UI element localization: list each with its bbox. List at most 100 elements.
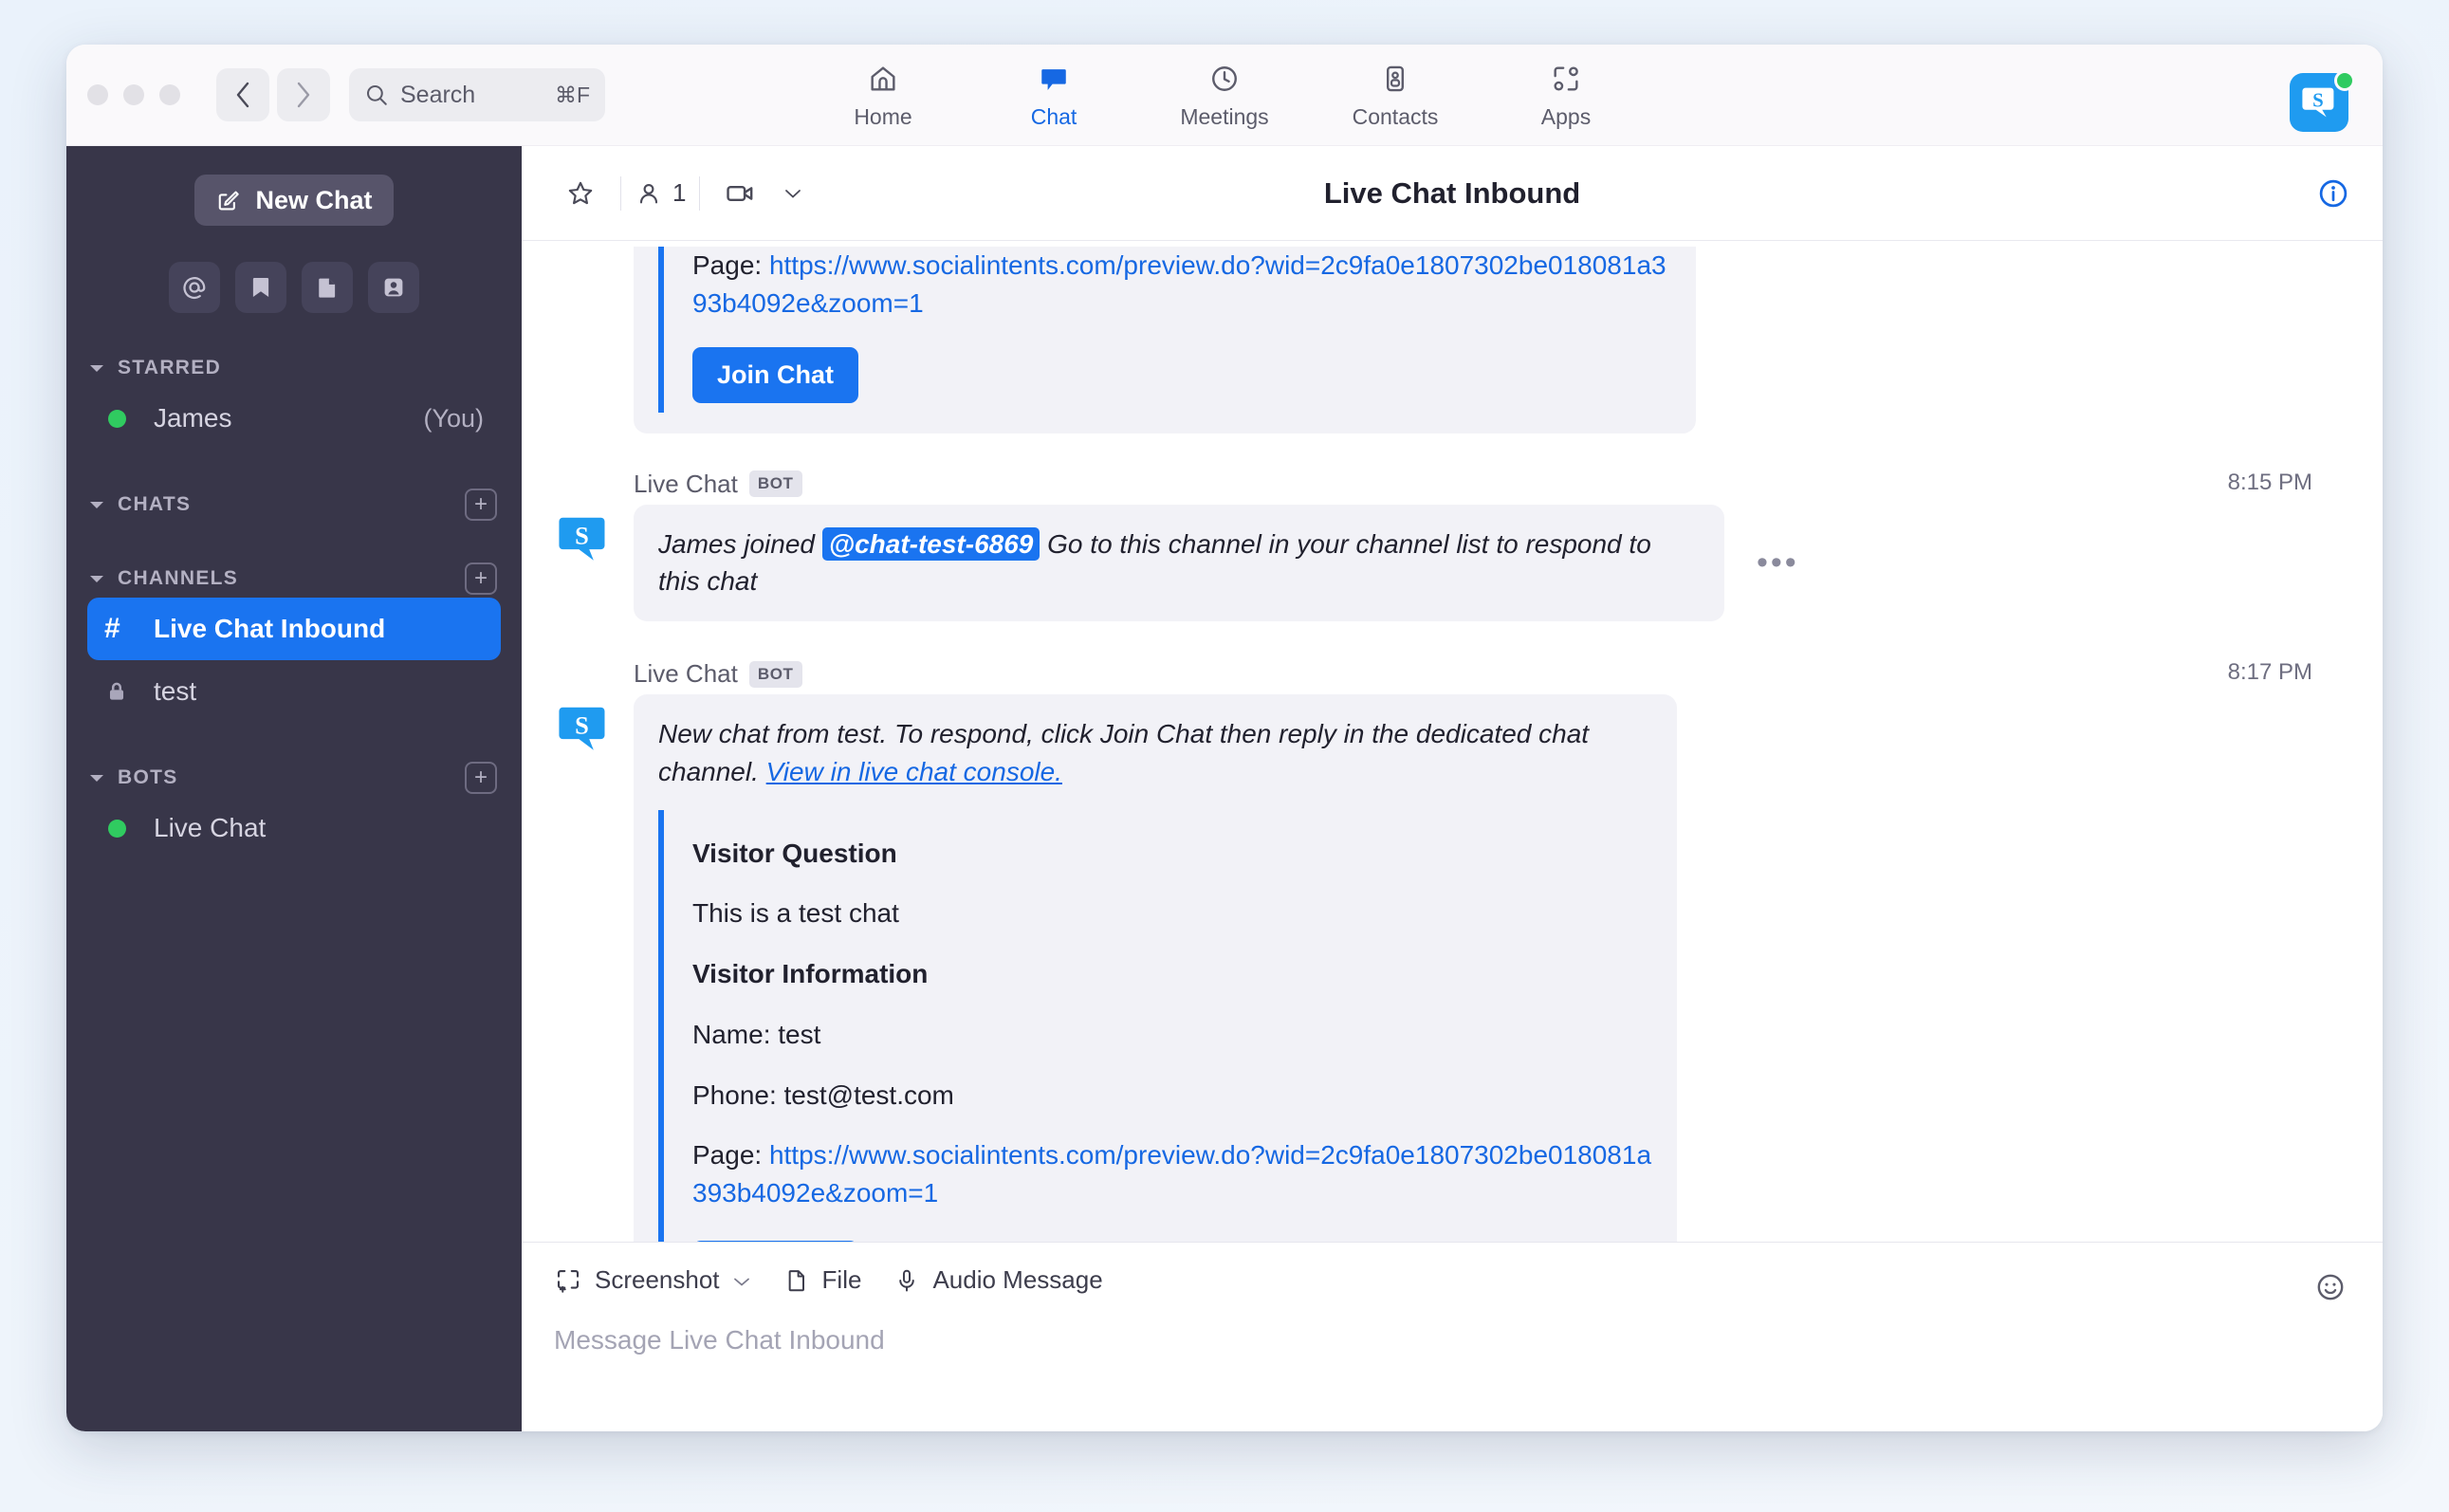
message-timestamp: 8:17 PM [2227, 659, 2312, 685]
svg-text:S: S [575, 522, 589, 549]
member-count: 1 [672, 178, 687, 207]
sidebar-item-label: Live Chat [154, 813, 267, 842]
screenshot-label: Screenshot [595, 1265, 720, 1294]
desktop-background: Search ⌘F Home Chat Meetings Contacts Ap… [0, 0, 2449, 1512]
forward-button[interactable] [277, 68, 330, 121]
topnav-item-contacts[interactable]: Contacts [1336, 61, 1454, 130]
search-icon [366, 84, 387, 105]
app-window: Search ⌘F Home Chat Meetings Contacts Ap… [66, 45, 2383, 1431]
page-label: Page: [692, 250, 763, 280]
search-placeholder: Search [400, 81, 476, 108]
new-chat-label: New Chat [255, 185, 373, 214]
presence-indicator [104, 819, 154, 838]
visitor-information-heading: Visitor Information [692, 959, 929, 988]
topnav-label-contacts: Contacts [1352, 103, 1439, 129]
sidebar-quick-icons [66, 262, 522, 313]
add-chat-button[interactable]: + [465, 489, 497, 521]
sidebar-section-label: CHANNELS [118, 567, 239, 589]
sidebar-section-bots[interactable]: BOTS + [66, 759, 522, 797]
sidebar-item-james[interactable]: James (You) [87, 387, 501, 450]
add-bot-button[interactable]: + [465, 762, 497, 794]
page-url-link[interactable]: https://www.socialintents.com/preview.do… [692, 1140, 1651, 1208]
message-text-before: James joined [658, 528, 815, 559]
socialintents-logo-icon: S [2302, 87, 2334, 118]
apps-grid-icon [1550, 61, 1582, 97]
contact-card-icon [1379, 61, 1411, 97]
sidebar-item-live-chat-inbound[interactable]: # Live Chat Inbound [87, 598, 501, 660]
person-icon [639, 183, 658, 203]
window-traffic-lights [87, 84, 180, 105]
star-icon[interactable] [554, 167, 607, 220]
message-input[interactable]: Message Live Chat Inbound [554, 1325, 2350, 1355]
member-count-button[interactable]: 1 [635, 178, 686, 208]
profile-avatar-button[interactable]: S [2290, 70, 2355, 136]
main-panel: 1 Live Chat Inbound Page: https://www.so… [522, 146, 2383, 1431]
message-new-chat: Live Chat BOT 8:17 PM S New chat from te… [522, 659, 2383, 1242]
sidebar-item-label: Live Chat Inbound [154, 614, 386, 643]
back-button[interactable] [216, 68, 269, 121]
page-url-link[interactable]: https://www.socialintents.com/preview.do… [692, 250, 1666, 318]
maximize-window-button[interactable] [159, 84, 180, 105]
message-sender: Live Chat [634, 469, 738, 498]
audio-message-button[interactable]: Audio Message [893, 1265, 1103, 1295]
file-button[interactable]: File [783, 1265, 861, 1295]
add-channel-button[interactable]: + [465, 562, 497, 595]
chevron-down-icon [85, 573, 108, 584]
topnav-item-apps[interactable]: Apps [1507, 61, 1625, 130]
home-icon [867, 61, 899, 97]
socialintents-logo-icon: S [554, 700, 613, 759]
app-body: New Chat STARRED James (You) CHATS + CHA… [66, 146, 2383, 1431]
topnav-item-chat[interactable]: Chat [995, 61, 1113, 130]
minimize-window-button[interactable] [123, 84, 144, 105]
info-circle-icon[interactable] [2316, 176, 2350, 211]
video-options-chevron-icon[interactable] [766, 167, 819, 220]
sidebar-section-label: CHATS [118, 493, 192, 515]
chevron-down-icon [85, 772, 108, 784]
sidebar-section-channels[interactable]: CHANNELS + [66, 560, 522, 598]
audio-message-label: Audio Message [932, 1265, 1103, 1294]
sidebar-section-label: STARRED [118, 357, 222, 378]
hash-icon: # [104, 613, 120, 644]
search-input[interactable]: Search ⌘F [349, 68, 605, 121]
socialintents-logo-icon: S [554, 510, 613, 569]
visitor-details-quote: Visitor Question This is a test chat Vis… [658, 809, 1652, 1242]
chevron-right-icon [297, 82, 310, 108]
message-composer: Screenshot File Audio Message Message Li… [522, 1242, 2383, 1431]
message-joined: Live Chat BOT 8:15 PM S James joined @ch… [522, 469, 2383, 621]
draft-file-icon[interactable] [302, 262, 353, 313]
smiley-icon[interactable] [2314, 1271, 2347, 1308]
mention-chip[interactable]: @chat-test-6869 [821, 526, 1040, 561]
join-chat-button[interactable]: Join Chat [692, 346, 859, 403]
status-badge [2334, 70, 2355, 91]
visitor-phone: Phone: test@test.com [692, 1079, 954, 1110]
video-camera-icon[interactable] [713, 167, 766, 220]
svg-text:S: S [575, 712, 589, 740]
navigation-buttons [216, 68, 330, 121]
sidebar-section-label: BOTS [118, 766, 178, 788]
topnav-item-meetings[interactable]: Meetings [1166, 61, 1283, 130]
divider [699, 175, 701, 211]
sidebar-item-live-chat-bot[interactable]: Live Chat [87, 797, 501, 859]
view-in-console-link[interactable]: View in live chat console. [766, 757, 1062, 786]
chat-header: 1 Live Chat Inbound [522, 146, 2383, 241]
composer-toolbar: Screenshot File Audio Message [554, 1265, 2350, 1295]
bookmark-icon[interactable] [235, 262, 286, 313]
sidebar-item-label: test [154, 676, 197, 706]
sidebar-section-starred[interactable]: STARRED [66, 349, 522, 387]
sidebar-item-test[interactable]: test [87, 660, 501, 723]
chevron-down-icon [85, 362, 108, 374]
visitor-question-heading: Visitor Question [692, 838, 897, 868]
close-window-button[interactable] [87, 84, 108, 105]
sidebar-section-chats[interactable]: CHATS + [66, 486, 522, 524]
person-icon[interactable] [368, 262, 419, 313]
message-more-options-icon[interactable]: ••• [1757, 546, 1799, 579]
screenshot-chevron-icon[interactable] [732, 1265, 751, 1295]
file-icon [788, 1269, 804, 1291]
divider [620, 175, 621, 211]
topnav-item-home[interactable]: Home [824, 61, 942, 130]
new-chat-button[interactable]: New Chat [194, 175, 394, 226]
sidebar: New Chat STARRED James (You) CHATS + CHA… [66, 146, 522, 1431]
message-list[interactable]: Page: https://www.socialintents.com/prev… [522, 241, 2383, 1242]
mention-icon[interactable] [169, 262, 220, 313]
screenshot-button[interactable]: Screenshot [554, 1265, 751, 1295]
